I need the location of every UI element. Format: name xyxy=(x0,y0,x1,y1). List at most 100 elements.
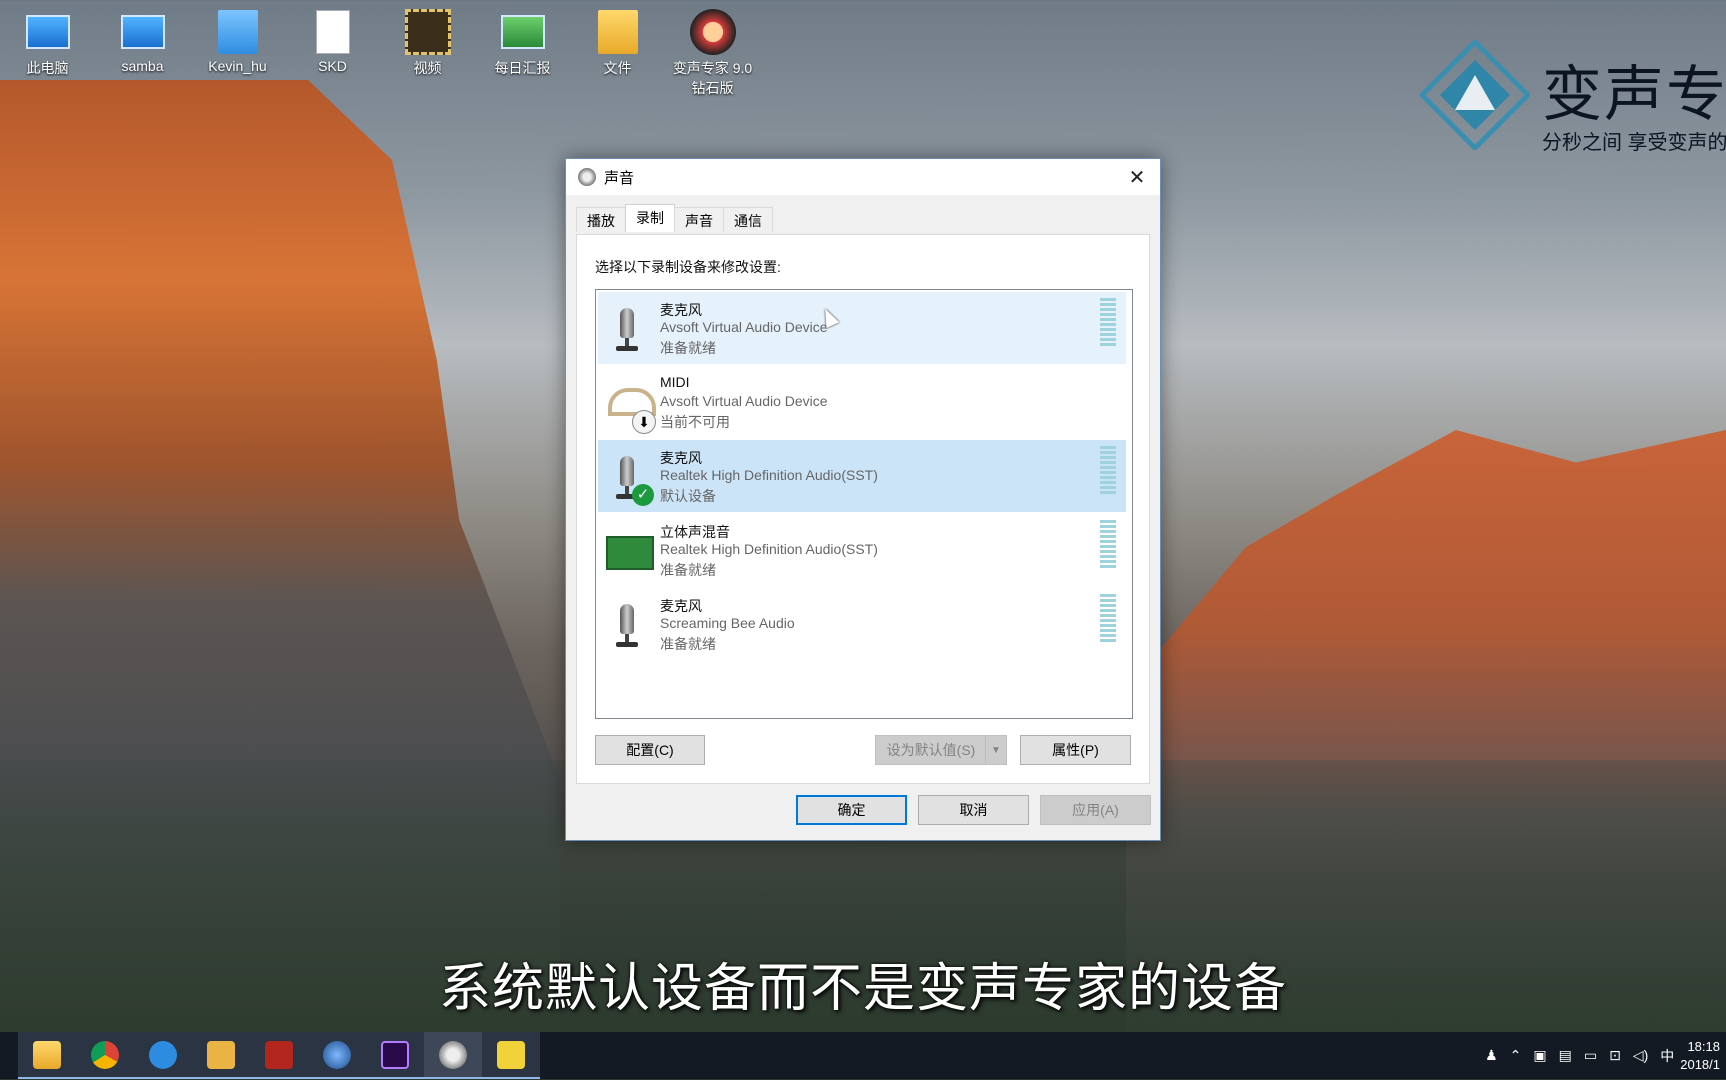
dialog-titlebar[interactable]: 声音 ✕ xyxy=(566,159,1160,195)
brand-title: 变声专 xyxy=(1542,61,1726,128)
tab-communications[interactable]: 通信 xyxy=(723,207,773,232)
people-icon[interactable]: ♟ xyxy=(1485,1047,1498,1064)
dialog-title: 声音 xyxy=(604,169,635,187)
midi-cable-icon: ⬇ xyxy=(606,380,656,434)
computer-icon xyxy=(25,6,71,58)
document-icon xyxy=(310,6,356,58)
folder-icon xyxy=(215,6,261,58)
video-subtitle: 系统默认设备而不是变声专家的设备 xyxy=(438,960,1287,1018)
checkmark-icon: ✓ xyxy=(632,484,654,506)
chevron-down-icon[interactable]: ▼ xyxy=(985,736,1006,764)
network-icon[interactable]: ⊡ xyxy=(1609,1047,1621,1064)
desktop-icon-samba[interactable]: samba xyxy=(95,6,190,98)
brand-subtitle: 分秒之间 享受变声的 xyxy=(1542,132,1726,154)
set-default-button[interactable]: 设为默认值(S) ▼ xyxy=(875,735,1007,765)
device-item-stereo-mix[interactable]: 立体声混音 Realtek High Definition Audio(SST)… xyxy=(598,514,1126,586)
desktop-icon-label: 此电脑 xyxy=(26,60,69,76)
globe-app-icon[interactable] xyxy=(308,1032,366,1079)
microphone-icon xyxy=(606,306,650,354)
ok-button[interactable]: 确定 xyxy=(796,795,907,825)
desktop-icon-label: 视频 xyxy=(413,60,442,76)
device-status: 准备就绪 xyxy=(660,340,716,356)
desktop-icon-label: Kevin_hu xyxy=(208,58,267,74)
microphone-icon: ✓ xyxy=(606,454,654,506)
premiere-pro-icon[interactable] xyxy=(366,1032,424,1079)
start-edge[interactable] xyxy=(0,1032,18,1079)
level-meter xyxy=(1100,520,1116,570)
properties-button[interactable]: 属性(P) xyxy=(1020,735,1131,765)
chevron-up-icon[interactable]: ⌃ xyxy=(1510,1047,1522,1064)
download-arrow-icon: ⬇ xyxy=(632,410,656,434)
red-m-app-icon[interactable] xyxy=(250,1032,308,1079)
device-name: 麦克风 xyxy=(660,598,702,614)
device-status: 默认设备 xyxy=(660,488,716,504)
microphone-icon xyxy=(606,602,650,650)
desktop-icon-voice-changer[interactable]: 变声专家 9.0 钻石版 xyxy=(665,6,760,98)
device-item-mic-screaming-bee[interactable]: 麦克风 Screaming Bee Audio 准备就绪 xyxy=(598,588,1126,660)
media-app-icon[interactable] xyxy=(482,1032,540,1079)
feather-app-icon[interactable] xyxy=(134,1032,192,1079)
instruction-text: 选择以下录制设备来修改设置: xyxy=(595,259,781,275)
desktop-icon-files[interactable]: 文件 xyxy=(570,6,665,98)
level-meter xyxy=(1100,298,1116,348)
chrome-icon[interactable] xyxy=(76,1032,134,1079)
device-item-mic-avsoft[interactable]: 麦克风 Avsoft Virtual Audio Device 准备就绪 xyxy=(598,292,1126,364)
desktop-icon-this-pc[interactable]: 此电脑 xyxy=(0,6,95,98)
tab-sounds[interactable]: 声音 xyxy=(674,207,724,232)
brand-logo-icon xyxy=(1420,40,1530,150)
ime-indicator[interactable]: 中 xyxy=(1660,1046,1674,1066)
close-icon[interactable]: ✕ xyxy=(1114,159,1160,195)
device-name: 麦克风 xyxy=(660,302,702,318)
device-driver: Realtek High Definition Audio(SST) xyxy=(660,467,878,483)
device-driver: Avsoft Virtual Audio Device xyxy=(660,393,828,409)
device-name: MIDI xyxy=(660,374,690,390)
file-explorer-icon[interactable] xyxy=(18,1032,76,1079)
desktop-icon-label: samba xyxy=(121,58,164,74)
tab-recording[interactable]: 录制 xyxy=(625,204,675,232)
tray-app-icon[interactable]: ▤ xyxy=(1559,1047,1572,1064)
recording-panel: 选择以下录制设备来修改设置: 麦克风 Avsoft Virtual Audio … xyxy=(576,234,1150,784)
system-tray: ♟ ⌃ ▣ ▤ ▭ ⊡ ◁) 中 18:18 2018/1 xyxy=(1479,1032,1726,1079)
tab-playback[interactable]: 播放 xyxy=(576,207,626,232)
cancel-button[interactable]: 取消 xyxy=(918,795,1029,825)
device-list[interactable]: 麦克风 Avsoft Virtual Audio Device 准备就绪 ⬇ M… xyxy=(595,289,1133,719)
desktop-icon-label: 每日汇报 xyxy=(494,60,551,76)
device-driver: Screaming Bee Audio xyxy=(660,615,795,631)
sound-dialog: 声音 ✕ 播放 录制 声音 通信 选择以下录制设备来修改设置: 麦克风 Avso… xyxy=(565,158,1161,841)
desktop-icon-label: 文件 xyxy=(603,60,632,76)
dialog-tabs: 播放 录制 声音 通信 xyxy=(576,204,773,232)
apply-button[interactable]: 应用(A) xyxy=(1040,795,1151,825)
device-driver: Realtek High Definition Audio(SST) xyxy=(660,541,878,557)
device-status: 准备就绪 xyxy=(660,562,716,578)
taskbar: ♟ ⌃ ▣ ▤ ▭ ⊡ ◁) 中 18:18 2018/1 xyxy=(0,1032,1726,1079)
desktop-icon-kevin-hu[interactable]: Kevin_hu xyxy=(190,6,285,98)
voice-changer-app-icon xyxy=(689,6,736,58)
device-item-mic-realtek[interactable]: ✓ 麦克风 Realtek High Definition Audio(SST)… xyxy=(598,440,1126,512)
device-item-midi[interactable]: ⬇ MIDI Avsoft Virtual Audio Device 当前不可用 xyxy=(598,366,1126,438)
network-drive-icon xyxy=(500,6,546,58)
volume-icon[interactable]: ◁) xyxy=(1633,1047,1648,1064)
desktop-icon-label: SKD xyxy=(318,58,347,74)
sound-settings-icon[interactable] xyxy=(424,1032,482,1079)
desktop-icon-daily-report[interactable]: 每日汇报 xyxy=(475,6,570,98)
battery-icon[interactable]: ▭ xyxy=(1584,1047,1597,1064)
set-default-label: 设为默认值(S) xyxy=(886,742,976,758)
device-name: 麦克风 xyxy=(660,450,702,466)
level-meter xyxy=(1100,446,1116,496)
clock[interactable]: 18:18 2018/1 xyxy=(1680,1038,1720,1074)
desktop-icons: 此电脑 samba Kevin_hu SKD 视频 每日汇报 文件 变声专家 9… xyxy=(0,6,760,98)
clock-time: 18:18 xyxy=(1687,1038,1720,1054)
speaker-app-icon xyxy=(578,168,596,186)
clock-date: 2018/1 xyxy=(1680,1056,1720,1072)
desktop-icon-video[interactable]: 视频 xyxy=(380,6,475,98)
desktop-icon-skd[interactable]: SKD xyxy=(285,6,380,98)
folder-icon xyxy=(595,6,641,58)
device-driver: Avsoft Virtual Audio Device xyxy=(660,319,828,335)
network-computer-icon xyxy=(120,6,166,58)
desktop-icon-label: 变声专家 9.0 钻石版 xyxy=(672,60,753,96)
sound-card-icon xyxy=(606,528,654,576)
configure-button[interactable]: 配置(C) xyxy=(595,735,705,765)
device-name: 立体声混音 xyxy=(660,524,730,540)
tray-app-icon[interactable]: ▣ xyxy=(1533,1047,1546,1064)
cat-app-icon[interactable] xyxy=(192,1032,250,1079)
